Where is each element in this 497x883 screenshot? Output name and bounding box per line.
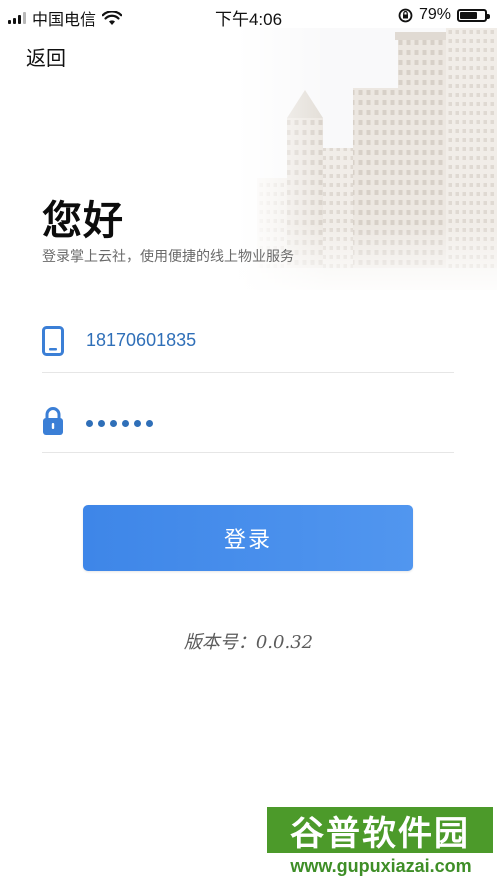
password-dot (146, 420, 153, 427)
greeting-title: 您好 (42, 198, 124, 244)
login-button[interactable]: 登录 (83, 505, 413, 571)
password-dot (122, 420, 129, 427)
battery-percent: 79% (418, 6, 451, 23)
watermark-title: 谷普软件园 (267, 807, 493, 854)
password-input-value[interactable] (86, 420, 153, 427)
back-button[interactable]: 返回 (26, 42, 66, 71)
password-dot (134, 420, 141, 427)
status-right: 79% (398, 6, 490, 24)
password-field[interactable] (42, 392, 454, 453)
phone-icon (42, 326, 64, 356)
watermark-url: www.gupuxiazai.com (290, 856, 472, 876)
password-dot (98, 420, 105, 427)
phone-input-value[interactable]: 18170601835 (86, 330, 196, 351)
version-label: 版本号：0.0.32 (0, 628, 497, 654)
password-dot (110, 420, 117, 427)
battery-icon (457, 8, 490, 22)
status-bar: 中国电信 下午4:06 79% (0, 0, 497, 30)
rotation-lock-icon (398, 8, 413, 22)
watermark-logo: 谷普软件园 www.gupuxiazai.com (267, 803, 497, 883)
lock-icon (43, 407, 63, 435)
password-dot (86, 420, 93, 427)
subtitle: 登录掌上云社，使用便捷的线上物业服务 (42, 249, 294, 265)
phone-field[interactable]: 18170601835 (42, 312, 454, 373)
version-text: 版本号：0.0.32 (183, 632, 314, 653)
